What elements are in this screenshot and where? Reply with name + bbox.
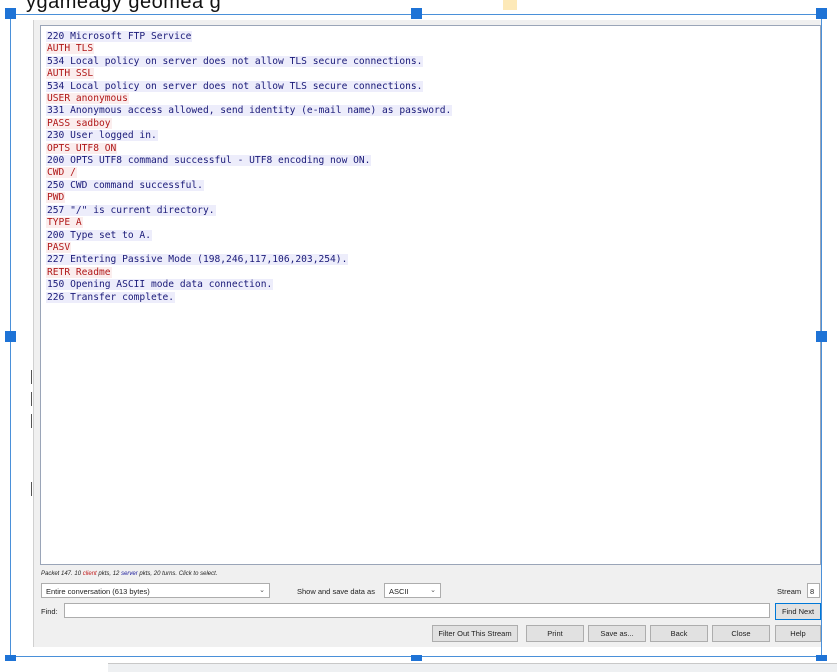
back-button[interactable]: Back [650,625,708,642]
client-stream-line: AUTH SSL [46,68,452,80]
stream-line-text: 230 User logged in. [46,130,158,142]
resize-handle-right[interactable] [816,331,827,342]
client-stream-line: RETR Readme [46,266,452,279]
resize-handle-top-right[interactable] [816,8,827,19]
stream-line-text: 220 Microsoft FTP Service [46,31,193,42]
stream-line-text: 150 Opening ASCII mode data connection. [46,279,274,291]
conversation-select[interactable]: Entire conversation (613 bytes) ⌄ [41,583,270,598]
stream-lines: 220 Microsoft FTP Service AUTH TLS 534 Loc… [46,31,453,304]
gutter-tick [31,482,32,496]
stream-line-text: PASS sadboy [46,117,112,129]
stream-line-text: 331 Anonymous access allowed, send ident… [46,105,453,117]
server-stream-line: 200 Type set to A. [46,229,452,242]
server-stream-line: 534 Local policy on server does not allo… [46,80,452,93]
show-save-label: Show and save data as [297,587,375,596]
stream-number-spinner[interactable]: 8 [807,583,820,598]
server-stream-line: 150 Opening ASCII mode data connection. [46,279,452,291]
gutter-tick [31,392,32,406]
stream-line-text: 226 Transfer complete. [46,291,176,303]
status-prefix: Packet 147. 10 [41,571,83,577]
chevron-down-icon: ⌄ [259,587,265,594]
filter-out-stream-button[interactable]: Filter Out This Stream [432,625,518,642]
show-save-value: ASCII [389,587,409,596]
status-server-label: server [121,571,138,577]
client-stream-line: PWD [46,192,452,204]
stream-content-pane[interactable]: 220 Microsoft FTP Service AUTH TLS 534 Loc… [40,25,821,565]
help-button[interactable]: Help [775,625,821,642]
client-stream-line: PASS sadboy [46,117,452,130]
conversation-select-value: Entire conversation (613 bytes) [46,587,150,596]
gutter-tick [31,414,32,428]
resize-handle-left[interactable] [5,331,16,342]
stream-line-text: AUTH TLS [46,43,95,55]
client-stream-line: USER anonymous [46,93,452,105]
resize-handle-top[interactable] [411,8,422,19]
resize-handle-bottom-left[interactable] [5,655,16,661]
client-stream-line: CWD / [46,167,452,179]
stream-line-text: USER anonymous [46,93,129,105]
find-input[interactable] [64,603,770,618]
server-stream-line: 331 Anonymous access allowed, send ident… [46,105,453,117]
server-stream-line: 250 CWD command successful. [46,179,452,192]
chevron-down-icon: ⌄ [430,587,436,594]
stream-line-text: OPTS UTF8 ON [46,142,118,154]
client-stream-line: OPTS UTF8 ON [46,142,452,155]
server-stream-line: 226 Transfer complete. [46,291,452,304]
stream-line-text: PASV [46,241,72,253]
server-stream-line: 200 OPTS UTF8 command successful - UTF8 … [46,155,452,167]
stream-line-text: 200 OPTS UTF8 command successful - UTF8 … [46,155,372,167]
resize-handle-bottom[interactable] [411,655,422,661]
top-cropped-text: ygameagy geomea g [26,0,222,13]
gutter-tick [31,370,32,384]
stream-number-value: 8 [810,587,815,596]
server-stream-line: 227 Entering Passive Mode (198,246,117,1… [46,254,452,266]
stream-line-text: AUTH SSL [46,68,95,80]
resize-handle-bottom-right[interactable] [816,655,827,661]
stream-line-text: 200 Type set to A. [46,229,152,241]
stream-line-text: 250 CWD command successful. [46,179,204,191]
stream-line-text: RETR Readme [46,266,112,278]
close-button[interactable]: Close [712,625,770,642]
client-stream-line: PASV [46,241,452,254]
save-as-button[interactable]: Save as... [588,625,646,642]
client-stream-line: TYPE A [46,217,452,229]
status-client-label: client [82,571,97,577]
stream-line-text: CWD / [46,167,77,179]
stream-line-text: 257 "/" is current directory. [46,204,216,216]
resize-handle-top-left[interactable] [5,8,16,19]
status-middle: pkts, 12 [96,571,122,577]
stream-line-text: PWD [46,192,66,204]
server-stream-line: 534 Local policy on server does not allo… [46,55,452,68]
print-button[interactable]: Print [526,625,584,642]
find-next-button[interactable]: Find Next [775,603,821,620]
top-highlight-swatch [503,0,517,10]
stream-line-text: 534 Local policy on server does not allo… [46,55,424,67]
server-stream-line: 230 User logged in. [46,130,452,142]
server-stream-line: 257 "/" is current directory. [46,204,452,217]
find-label: Find: [41,607,58,616]
stream-line-text: TYPE A [46,217,83,229]
server-stream-line: 220 Microsoft FTP Service [46,31,452,43]
stream-label: Stream [777,587,802,596]
stream-line-text: 534 Local policy on server does not allo… [46,80,424,92]
stream-line-text: 227 Entering Passive Mode (198,246,117,1… [46,254,349,266]
packet-status-text: Packet 147. 10 client pkts, 12 server pk… [41,571,217,577]
status-suffix: pkts, 20 turns. Click to select. [137,571,218,577]
client-stream-line: AUTH TLS [46,43,452,55]
show-save-select[interactable]: ASCII ⌄ [384,583,441,598]
